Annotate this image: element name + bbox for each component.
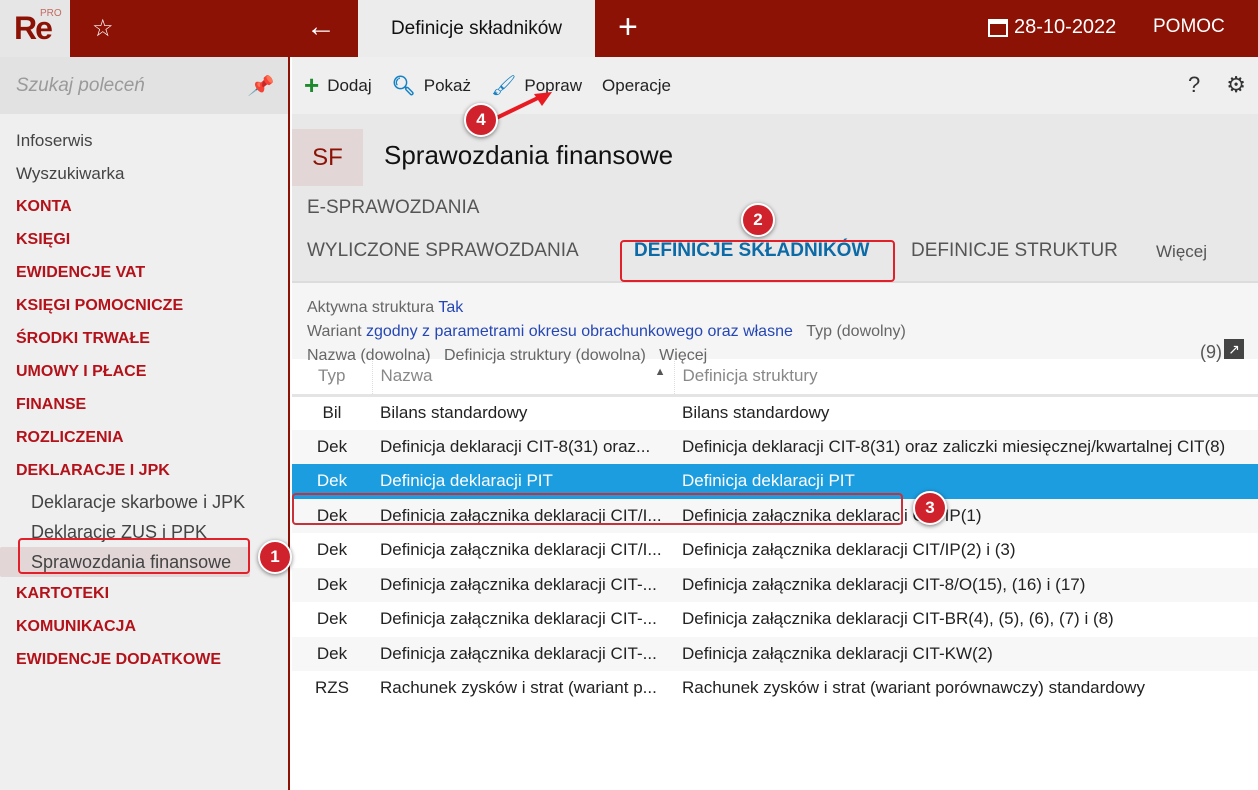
expand-icon[interactable]: ↗ [1224,339,1244,359]
sidebar: Szukaj poleceń 📌 Infoserwis Wyszukiwarka KO… [0,57,290,790]
show-button[interactable]: 🔍︎ Pokaż [392,74,471,98]
cell-nazwa: Definicja deklaracji CIT-8(31) oraz... [372,429,674,464]
tab-definicje-skladnikow[interactable]: Definicje składników [358,0,595,57]
sidebar-item[interactable]: FINANSE [0,388,288,421]
filter-structure[interactable]: Definicja struktury (dowolna) [444,347,646,364]
annotation-marker-2: 2 [741,203,775,237]
sidebar-nav: Infoserwis Wyszukiwarka KONTA KSIĘGI EWIDENC… [0,114,288,676]
filter-more[interactable]: Więcej [659,347,707,364]
cell-definicja: Definicja załącznika deklaracji CIT-KW(2… [674,636,1258,671]
filter-name[interactable]: Nazwa (dowolna) [307,347,431,364]
cell-nazwa: Rachunek zysków i strat (wariant p... [380,678,657,698]
main-panel: + Dodaj 🔍︎ Pokaż 🖌︎ Popraw Operacje ? ⚙ SF S… [292,57,1258,790]
module-badge: SF [292,129,363,186]
cell-definicja: Definicja deklaracji CIT-8(31) oraz zali… [674,429,1258,464]
cell-typ: Dek [316,609,348,629]
sidebar-item[interactable]: ROZLICZENIA [0,421,288,454]
filter-active-structure[interactable]: Tak [438,299,463,316]
pin-icon[interactable]: 📌 [248,74,272,98]
back-arrow-icon[interactable]: ← [306,10,336,44]
table-row[interactable]: RZS Rachunek zysków i strat (wariant p...… [292,671,1258,706]
cell-definicja: Definicja załącznika deklaracji CIT/IP(2… [682,540,1016,560]
table-row[interactable]: Bil Bilans standardowy Bilans standardowy [292,395,1258,430]
cell-typ: Bil [322,403,342,422]
page-title: Sprawozdania finansowe [384,140,674,170]
cell-definicja: Bilans standardowy [682,403,830,422]
cell-nazwa: Bilans standardowy [380,403,528,422]
record-count: (9) [1200,342,1222,362]
table-row[interactable]: Dek Definicja załącznika deklaracji CIT-.… [292,567,1258,602]
new-tab-plus-icon[interactable]: + [618,8,638,47]
sidebar-item[interactable]: KSIĘGI POMOCNICZE [0,289,288,322]
sidebar-item[interactable]: DEKLARACJE I JPK [0,454,288,487]
cell-nazwa: Definicja załącznika deklaracji CIT-... [372,636,674,671]
table-row[interactable]: Dek Definicja załącznika deklaracji CIT/I… [292,533,1258,568]
command-search-input[interactable]: Szukaj poleceń 📌 [0,57,288,114]
operations-button[interactable]: Operacje [602,76,671,96]
top-bar: Re PRO ☆ ← Definicje składników + 28-10-2… [0,0,1258,57]
date-display[interactable]: 28-10-2022 [988,16,1116,39]
sidebar-item[interactable]: KSIĘGI [0,223,288,256]
cell-nazwa: Definicja załącznika deklaracji CIT-... [372,567,674,602]
page-header: SF Sprawozdania finansowe [292,114,1258,187]
annotation-marker-1: 1 [258,540,292,574]
help-button[interactable]: ? [1188,72,1200,98]
cell-typ: RZS [315,678,349,698]
search-icon: 🔍︎ [391,75,416,97]
sidebar-item[interactable]: Deklaracje skarbowe i JPK [0,487,288,517]
tab-definicje-struktur[interactable]: DEFINICJE STRUKTUR [911,240,1118,262]
favorites-star-icon[interactable]: ☆ [92,14,114,43]
table-row[interactable]: Dek Definicja załącznika deklaracji CIT-.… [292,636,1258,671]
gear-icon[interactable]: ⚙ [1226,72,1246,98]
cell-typ: Dek [292,567,372,602]
sidebar-item[interactable]: KOMUNIKACJA [0,610,288,643]
toolbar: + Dodaj 🔍︎ Pokaż 🖌︎ Popraw Operacje ? ⚙ [292,57,1258,114]
add-button[interactable]: + Dodaj [304,70,372,101]
cell-typ: Dek [292,429,372,464]
data-table: Typ Nazwa ▲ Definicja struktury Bil Bilans… [292,359,1258,706]
filter-panel: Aktywna struktura Tak Wariant zgodny z p… [292,283,1258,364]
cell-definicja: Definicja załącznika deklaracji CIT-8/O(… [674,567,1258,602]
sidebar-item[interactable]: Infoserwis [0,124,288,157]
filter-variant[interactable]: zgodny z parametrami okresu obrachunkowe… [366,323,793,340]
tab-group-label[interactable]: E-SPRAWOZDANIA [307,197,479,219]
sidebar-item[interactable]: EWIDENCJE VAT [0,256,288,289]
help-link[interactable]: POMOC [1153,16,1225,38]
filter-type[interactable]: Typ (dowolny) [806,323,906,340]
tab-more[interactable]: Więcej [1156,242,1207,262]
annotation-marker-3: 3 [913,491,947,525]
cell-nazwa: Definicja załącznika deklaracji CIT/I... [380,540,662,560]
cell-definicja: Definicja załącznika deklaracji CIT-BR(4… [682,609,1114,629]
cell-typ: Dek [316,540,348,560]
sidebar-item[interactable]: Wyszukiwarka [0,157,288,190]
annotation-box-1 [18,538,250,574]
sidebar-item[interactable]: KONTA [0,190,288,223]
table-row[interactable]: Dek Definicja deklaracji CIT-8(31) oraz..… [292,429,1258,464]
calendar-icon [988,18,1008,37]
cell-typ: Dek [292,636,372,671]
sidebar-item[interactable]: EWIDENCJE DODATKOWE [0,643,288,676]
logo[interactable]: Re PRO [0,0,70,57]
annotation-box-3 [292,493,903,525]
tab-wyliczone[interactable]: WYLICZONE SPRAWOZDANIA [307,240,579,262]
cell-definicja: Rachunek zysków i strat (wariant porówna… [682,678,1145,698]
annotation-box-2 [620,240,895,282]
sidebar-item[interactable]: KARTOTEKI [0,577,288,610]
cell-nazwa: Definicja załącznika deklaracji CIT-... [380,609,657,629]
annotation-marker-4: 4 [464,103,498,137]
sidebar-item[interactable]: ŚRODKI TRWAŁE [0,322,288,355]
table-row[interactable]: Dek Definicja załącznika deklaracji CIT-.… [292,602,1258,637]
sidebar-item[interactable]: UMOWY I PŁACE [0,355,288,388]
plus-icon: + [304,70,320,100]
